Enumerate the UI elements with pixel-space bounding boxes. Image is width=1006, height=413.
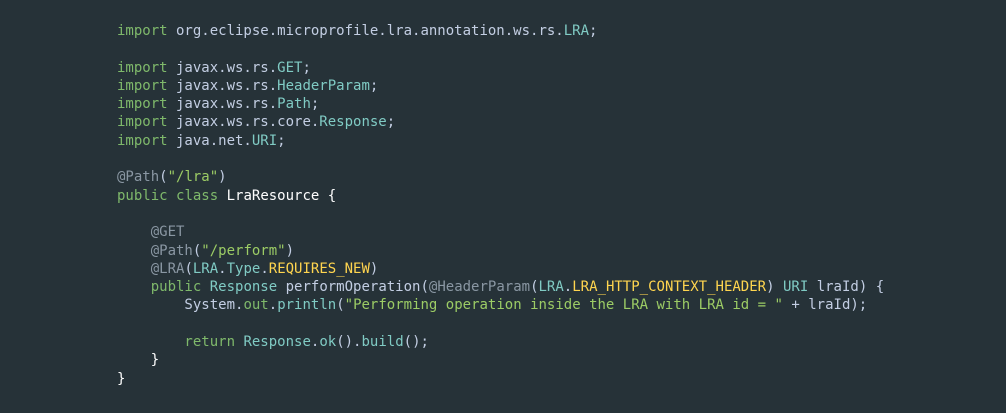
code-token: LRA	[563, 23, 590, 39]
code-token: javax.ws.rs.	[167, 77, 278, 94]
code-token: Path	[277, 96, 311, 113]
code-token: GET	[277, 59, 303, 76]
code-token: org.eclipse.microprofile.lra.annotation.…	[167, 23, 564, 39]
code-line: @LRA(LRA.Type.REQUIRES_NEW)	[117, 260, 884, 278]
code-token: ;	[386, 114, 396, 131]
code-token: )	[369, 260, 379, 277]
code-line: import org.eclipse.microprofile.lra.anno…	[117, 22, 884, 40]
code-line: @Path("/perform")	[117, 242, 884, 260]
code-token: import	[117, 96, 168, 113]
code-token: (	[159, 169, 168, 186]
code-token: LraResource {	[218, 187, 337, 204]
code-token: build	[361, 334, 404, 351]
code-line: import javax.ws.rs.Path;	[117, 95, 884, 113]
code-token: + lraId);	[782, 297, 868, 314]
code-line: import javax.ws.rs.HeaderParam;	[117, 77, 884, 95]
code-token: Response	[209, 279, 278, 296]
code-token: @GET	[117, 224, 185, 241]
code-token: import	[117, 114, 168, 131]
code-token: }	[117, 370, 126, 387]
code-token: (	[184, 260, 193, 277]
code-token: )	[766, 279, 783, 296]
code-token: URI	[251, 132, 278, 149]
code-editor: import org.eclipse.microprofile.lra.anno…	[0, 0, 1006, 413]
code-token: ;	[310, 96, 320, 113]
code-token: "/lra"	[167, 169, 219, 186]
code-block[interactable]: import org.eclipse.microprofile.lra.anno…	[117, 22, 884, 388]
code-token: HeaderParam	[277, 77, 370, 94]
code-token: System	[117, 297, 236, 314]
code-line: import javax.ws.rs.GET;	[117, 59, 884, 77]
code-token: ;	[589, 23, 598, 39]
code-token: }	[117, 352, 160, 369]
code-token: import	[117, 132, 168, 149]
code-token: java.net.	[167, 132, 252, 149]
code-line: import javax.ws.rs.core.Response;	[117, 113, 884, 131]
code-token: ;	[277, 132, 286, 149]
code-line: }	[117, 370, 884, 388]
code-token: return	[117, 334, 236, 351]
code-token: ;	[302, 59, 311, 76]
code-token: ok	[319, 334, 337, 351]
code-token: (	[530, 279, 539, 296]
code-token: @HeaderParam	[428, 279, 531, 296]
code-token: javax.ws.rs.	[167, 59, 278, 76]
code-token: )	[218, 169, 227, 186]
code-token: Response	[319, 114, 387, 131]
code-token: Response	[243, 334, 311, 351]
code-token: javax.ws.rs.core.	[167, 114, 320, 131]
code-token: .	[218, 260, 227, 277]
code-token: lraId) {	[808, 279, 885, 296]
code-token: @LRA	[117, 260, 185, 277]
code-token: @Path	[117, 169, 160, 186]
code-token: ().	[336, 334, 362, 351]
code-token: "/perform"	[201, 242, 286, 259]
code-line: @GET	[117, 223, 884, 241]
code-token: )	[285, 242, 295, 259]
code-token: URI	[782, 279, 809, 296]
code-token: import	[117, 59, 168, 76]
code-token: import	[117, 23, 168, 39]
code-token: .	[563, 279, 573, 296]
code-line: @Path("/lra")	[117, 168, 884, 186]
code-token: class	[176, 187, 219, 204]
code-token: import	[117, 77, 168, 94]
code-token: LRA	[538, 279, 564, 296]
code-line: System.out.println("Performing operation…	[117, 296, 884, 314]
code-token: @Path	[117, 242, 193, 259]
code-token: out	[243, 297, 269, 314]
code-line: import java.net.URI;	[117, 132, 884, 150]
code-token: Type	[226, 260, 261, 277]
code-token: LRA_HTTP_CONTEXT_HEADER	[572, 279, 767, 296]
code-line: public Response performOperation(@Header…	[117, 278, 884, 296]
code-token: LRA	[192, 260, 219, 277]
code-line: }	[117, 351, 884, 369]
code-token: public	[117, 187, 168, 204]
code-token: ;	[369, 77, 379, 94]
code-token: .	[268, 297, 278, 314]
code-token: public	[117, 279, 202, 296]
code-token: .	[260, 260, 269, 277]
code-line: return Response.ok().build();	[117, 333, 884, 351]
code-line: public class LraResource {	[117, 187, 884, 205]
code-token: println	[277, 297, 337, 314]
code-token: javax.ws.rs.	[167, 96, 278, 113]
code-token: "Performing operation inside the LRA wit…	[344, 297, 783, 314]
code-token: REQUIRES_NEW	[268, 260, 370, 277]
code-token: ();	[403, 334, 429, 351]
code-token: (	[336, 297, 345, 314]
code-token: performOperation	[285, 279, 421, 296]
code-token: (	[420, 279, 429, 296]
